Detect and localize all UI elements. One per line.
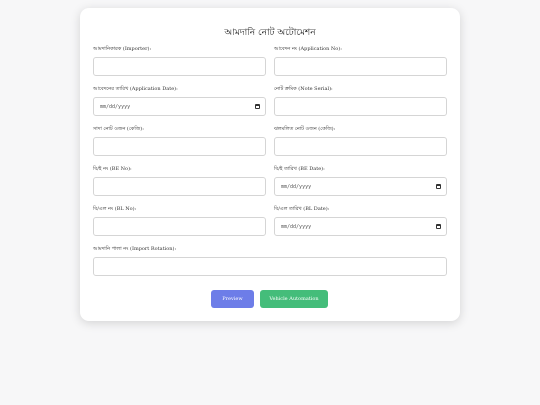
be-date-label: বি/ই তারিখ (BE Date): (274, 166, 325, 172)
note-serial-label: নোট ক্রমিক (Note Serial): (274, 86, 333, 92)
vehicle-automation-button[interactable]: Vehicle Automation (260, 290, 328, 308)
form-title: আমদানি নোট অটোমেশন (224, 28, 316, 38)
bl-date-value: mm/dd/yyyy (281, 224, 312, 230)
application-date-input[interactable]: mm/dd/yyyy (93, 97, 266, 116)
bl-date-label: বি/এল তারিখ (BL Date): (274, 206, 330, 212)
importer-label: আমদানিকারক (Importer): (93, 46, 152, 52)
bl-no-label: বি/এল নং (BL No): (93, 206, 137, 212)
be-no-label: বি/ই নং (BE No): (93, 166, 132, 172)
be-date-input[interactable]: mm/dd/yyyy (274, 177, 447, 196)
form-card: আমদানি নোট অটোমেশন আমদানিকারক (Importer)… (80, 8, 460, 321)
be-date-value: mm/dd/yyyy (281, 184, 312, 190)
note-serial-input[interactable] (274, 97, 447, 116)
calendar-icon[interactable] (436, 184, 441, 189)
application-no-label: আবেদন নং (Application No): (274, 46, 342, 52)
bl-date-input[interactable]: mm/dd/yyyy (274, 217, 447, 236)
import-rotation-label: আমদানি পালা নং (Import Rotation): (93, 246, 177, 252)
application-date-value: mm/dd/yyyy (100, 104, 131, 110)
calendar-icon[interactable] (255, 104, 260, 109)
importer-input[interactable] (93, 57, 266, 76)
be-no-input[interactable] (93, 177, 266, 196)
shiny-note-weight-input[interactable] (274, 137, 447, 156)
white-note-weight-label: সাদা নোট ওজন (কেজি): (93, 126, 144, 132)
preview-button[interactable]: Preview (211, 290, 254, 308)
import-rotation-input[interactable] (93, 257, 447, 276)
application-no-input[interactable] (274, 57, 447, 76)
bl-no-input[interactable] (93, 217, 266, 236)
shiny-note-weight-label: ঝলমলিত নোট ওজন (কেজি): (274, 126, 336, 132)
application-date-label: আবেদনের তারিখ (Application Date): (93, 86, 178, 92)
calendar-icon[interactable] (436, 224, 441, 229)
white-note-weight-input[interactable] (93, 137, 266, 156)
